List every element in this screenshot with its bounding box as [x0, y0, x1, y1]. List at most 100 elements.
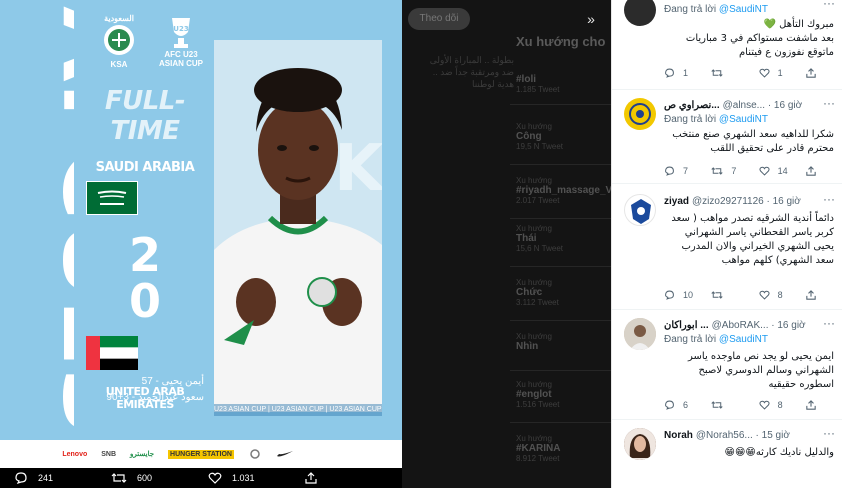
trend-item[interactable]: Xu hướng Nhìn	[516, 332, 611, 352]
trend-category: Xu hướng	[516, 224, 552, 233]
full-time-title: FULL-TIME	[104, 86, 186, 146]
reply-text: مبروك التأهل 💚 بعد ماشفت مستواكم في 3 مب…	[685, 19, 834, 58]
reply-icon	[665, 290, 674, 300]
more-options-icon[interactable]: ···	[823, 0, 835, 10]
mention-link[interactable]: @SaudiNT	[719, 114, 768, 125]
timestamp[interactable]: · 16 giờ	[768, 100, 802, 111]
reply-action[interactable]: 6	[664, 400, 694, 410]
retweet-action[interactable]: 7	[711, 166, 741, 176]
like-icon	[759, 68, 770, 78]
trend-item[interactable]: Xu hướng Chức 3.112 Tweet	[516, 278, 611, 307]
image-action-bar: 241 600 1.031	[0, 468, 402, 488]
tweet-image[interactable]: AFCU23 السعودية KSA U23 AFC U23 ASIAN CU…	[0, 0, 402, 468]
handle[interactable]: @alnse...	[723, 100, 765, 111]
sponsor-3: جايسترو	[130, 451, 155, 458]
reply-item[interactable]: ··· Đang trả lời @SaudiNT مبروك التأهل 💚…	[612, 0, 842, 90]
reply-text: دائماً أندية الشرقيه تصدر مواهب ( سعد كر…	[671, 213, 834, 266]
timestamp[interactable]: · 15 giờ	[756, 430, 790, 441]
trend-name: #loli	[516, 74, 537, 85]
timestamp[interactable]: · 16 giờ	[771, 320, 805, 331]
display-name[interactable]: نصراوي ص...	[664, 100, 720, 111]
display-name[interactable]: ziyad	[664, 196, 689, 207]
replying-to: Đang trả lời @SaudiNT	[664, 114, 768, 125]
nike-swoosh-icon	[277, 451, 293, 457]
reply-action[interactable]: 10	[664, 290, 694, 300]
trend-item[interactable]: #loli 1.185 Tweet	[516, 74, 611, 94]
more-options-icon[interactable]: ···	[823, 316, 835, 330]
share-icon	[305, 472, 317, 484]
reply-icon	[665, 68, 674, 78]
trend-item[interactable]: Xu hướng Công 19,5 N Tweet	[516, 122, 611, 151]
avatar[interactable]	[624, 0, 656, 26]
scorer-1: 57 - أيمن يحيى	[141, 376, 204, 387]
ksa-logo: السعودية KSA	[100, 14, 138, 70]
more-options-icon[interactable]: ···	[823, 426, 835, 440]
reply-item[interactable]: نصراوي ص... @alnse... · 16 giờ ··· Đang …	[612, 90, 842, 184]
avatar[interactable]	[624, 194, 656, 226]
reply-actions: 1 1	[664, 68, 836, 78]
handle[interactable]: @zizo29271126	[692, 196, 764, 207]
reply-actions: 7 7 14	[664, 166, 836, 176]
sponsor-5-logo-icon	[250, 449, 260, 459]
display-name[interactable]: Norah	[664, 430, 693, 441]
reply-action[interactable]: 7	[664, 166, 694, 176]
mention-link[interactable]: @SaudiNT	[719, 334, 768, 345]
like-action[interactable]: 8	[759, 290, 789, 300]
away-score: 0	[128, 274, 161, 328]
share-icon	[806, 166, 816, 176]
like-icon	[759, 290, 770, 300]
trend-item[interactable]: Xu hướng #englot 1.516 Tweet	[516, 380, 611, 409]
avatar[interactable]	[624, 428, 656, 460]
share-icon	[806, 400, 816, 410]
reply-action[interactable]: 241	[14, 472, 111, 484]
retweet-action[interactable]	[711, 68, 741, 78]
share-action[interactable]	[806, 166, 836, 176]
team-logos: السعودية KSA U23 AFC U23 ASIAN CUP	[100, 10, 210, 70]
saudi-flag-icon	[85, 180, 139, 216]
photo-frame-bottom: U23 ASIAN CUP | U23 ASIAN CUP | U23 ASIA…	[214, 404, 382, 416]
like-action[interactable]: 1	[759, 68, 789, 78]
timestamp[interactable]: · 16 giờ	[766, 196, 800, 207]
afcu23-vertical-wordmark: AFCU23	[43, 6, 74, 436]
trend-item[interactable]: Xu hướng #riyadh_massage_V 2.017 Tweet	[516, 176, 611, 205]
more-options-icon[interactable]: ···	[823, 192, 835, 206]
share-action[interactable]	[305, 472, 402, 484]
trend-item[interactable]: Xu hướng Thái 15,6 N Tweet	[516, 224, 611, 253]
like-icon	[759, 166, 770, 176]
retweet-action[interactable]	[711, 400, 741, 410]
trend-count: 15,6 N Tweet	[516, 244, 563, 253]
retweet-action[interactable]: 600	[111, 472, 208, 484]
share-action[interactable]	[806, 400, 836, 410]
reply-header: نصراوي ص... @alnse... · 16 giờ	[664, 98, 835, 112]
reply-action[interactable]: 1	[664, 68, 694, 78]
more-options-icon[interactable]: ···	[823, 96, 835, 110]
handle[interactable]: @AboRAK...	[712, 320, 769, 331]
retweet-action[interactable]	[711, 290, 741, 300]
trend-item[interactable]: Xu hướng #KARINA 8.912 Tweet	[516, 434, 611, 463]
share-action[interactable]	[806, 290, 836, 300]
reply-item[interactable]: Norah @Norah56... · 15 giờ ··· والدليل ن…	[612, 420, 842, 488]
mention-link[interactable]: @SaudiNT	[719, 4, 768, 15]
like-count: 1.031	[232, 473, 255, 483]
alhilal-logo-icon	[631, 199, 651, 224]
trend-count: 3.112 Tweet	[516, 298, 559, 307]
avatar[interactable]	[624, 98, 656, 130]
replying-to: Đang trả lời @SaudiNT	[664, 334, 768, 345]
like-action[interactable]: 14	[759, 166, 789, 176]
handle[interactable]: @Norah56...	[696, 430, 753, 441]
collapse-panel-button[interactable]: »	[580, 8, 602, 30]
home-score: 2	[128, 228, 161, 282]
like-action[interactable]: 8	[759, 400, 789, 410]
background-tweet-text: بطولة .. المباراة الأولى ضد ومرتقبة جداً…	[429, 55, 514, 89]
reply-text: والدليل ناديك كارثه😁😁😁	[724, 447, 834, 458]
like-action[interactable]: 1.031	[208, 472, 305, 484]
avatar[interactable]	[624, 318, 656, 350]
svg-text:KSA: KSA	[334, 132, 382, 206]
follow-button[interactable]: Theo dõi	[408, 8, 470, 30]
share-action[interactable]	[806, 68, 836, 78]
reply-item[interactable]: ابوراكان ... @AboRAK... · 16 giờ ··· Đan…	[612, 310, 842, 420]
display-name[interactable]: ابوراكان ...	[664, 320, 709, 331]
retweet-count: 600	[137, 473, 153, 483]
reply-item[interactable]: ziyad @zizo29271126 · 16 giờ ··· دائماً …	[612, 184, 842, 310]
trend-name: #englot	[516, 389, 552, 400]
